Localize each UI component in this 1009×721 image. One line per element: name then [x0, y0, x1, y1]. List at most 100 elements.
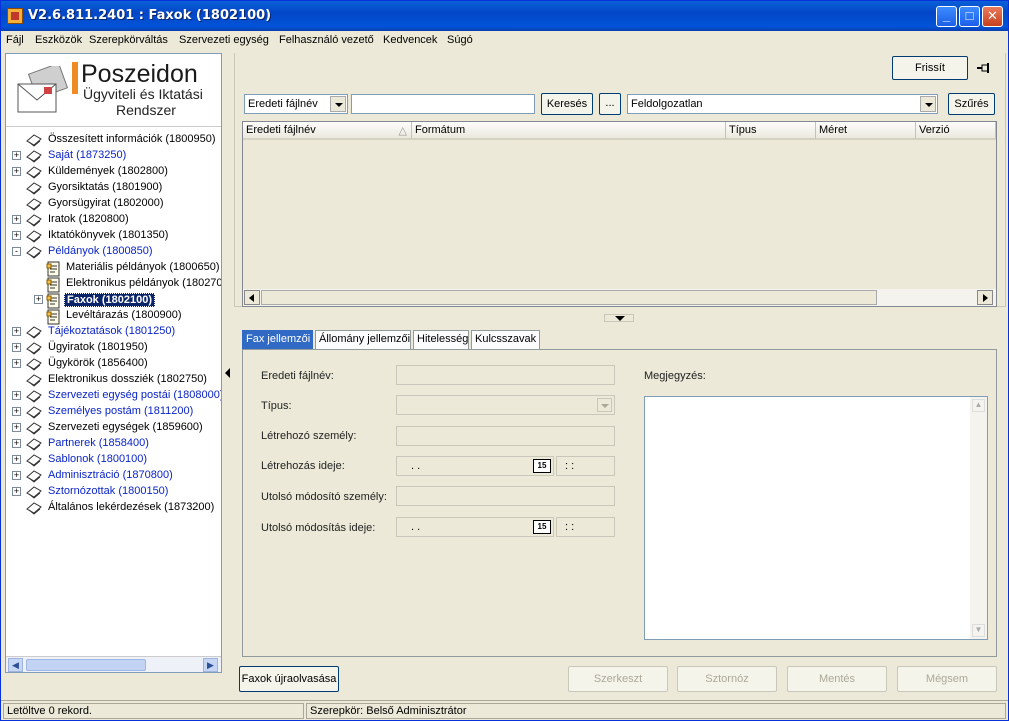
column-header-size[interactable]: Méret — [816, 122, 916, 140]
expand-icon[interactable]: + — [12, 439, 21, 448]
tree-item[interactable]: + Saját (1873250) — [6, 148, 221, 164]
created-date-field[interactable]: . . 15 — [396, 456, 554, 476]
pin-icon[interactable] — [976, 61, 992, 75]
chevron-down-icon[interactable] — [597, 398, 612, 412]
column-header-type[interactable]: Típus — [726, 122, 816, 140]
expand-icon[interactable]: + — [12, 455, 21, 464]
tab-file-properties[interactable]: Állomány jellemzői — [315, 330, 411, 349]
expand-icon[interactable]: + — [12, 423, 21, 432]
tree-item[interactable]: + Iktatókönyvek (1801350) — [6, 228, 221, 244]
column-header-version[interactable]: Verzió — [916, 122, 996, 140]
tree-item[interactable]: + Ügyiratok (1801950) — [6, 340, 221, 356]
expand-icon[interactable]: + — [34, 295, 43, 304]
modifier-field[interactable] — [396, 486, 615, 506]
chevron-down-icon[interactable] — [920, 96, 936, 112]
scroll-down-icon[interactable]: ▼ — [972, 624, 985, 637]
expand-icon[interactable]: + — [12, 407, 21, 416]
expand-icon[interactable]: + — [12, 343, 21, 352]
tab-keywords[interactable]: Kulcsszavak — [471, 330, 540, 349]
tree-item[interactable]: + Partnerek (1858400) — [6, 436, 221, 452]
grid-horizontal-scrollbar[interactable] — [243, 289, 996, 306]
tree-item[interactable]: Gyorsiktatás (1801900) — [6, 180, 221, 196]
scroll-left-icon[interactable] — [244, 290, 260, 305]
refresh-button[interactable]: Frissít — [892, 56, 968, 80]
tree-item[interactable]: + Sablonok (1800100) — [6, 452, 221, 468]
expand-icon[interactable]: + — [12, 231, 21, 240]
scroll-left-icon[interactable]: ◀ — [8, 658, 23, 672]
tab-authenticity[interactable]: Hitelesség — [413, 330, 469, 349]
created-time-field[interactable]: : : — [556, 456, 615, 476]
tree-item[interactable]: + Személyes postám (1811200) — [6, 404, 221, 420]
search-field-select[interactable]: Eredeti fájlnév — [244, 94, 348, 114]
original-filename-field[interactable] — [396, 365, 615, 385]
tree-item[interactable]: + Faxok (1802100) — [6, 292, 221, 309]
tree-item[interactable]: + Sztornózottak (1800150) — [6, 484, 221, 500]
menu-role-switch[interactable]: Szerepkörváltás — [89, 34, 168, 46]
modified-date-field[interactable]: . . 15 — [396, 517, 554, 537]
collapse-panel-icon[interactable] — [223, 361, 232, 385]
tree-item[interactable]: + Szervezeti egység postái (1808000) — [6, 388, 221, 404]
files-grid[interactable]: Eredeti fájlnév △ Formátum Típus Méret Ve… — [242, 121, 997, 307]
menu-favorites[interactable]: Kedvencek — [383, 34, 437, 46]
tree-item[interactable]: Materiális példányok (1800650) — [6, 260, 221, 277]
menu-help[interactable]: Súgó — [447, 34, 473, 46]
scroll-right-icon[interactable]: ▶ — [203, 658, 218, 672]
expand-icon[interactable]: + — [12, 327, 21, 336]
expand-icon[interactable]: + — [12, 391, 21, 400]
menu-org-unit[interactable]: Szervezeti egység — [179, 34, 269, 46]
maximize-button[interactable]: □ — [959, 6, 980, 27]
tree-item[interactable]: + Tájékoztatások (1801250) — [6, 324, 221, 340]
scroll-right-icon[interactable] — [977, 290, 993, 305]
scrollbar-thumb[interactable] — [26, 659, 146, 671]
tree-item[interactable]: + Küldemények (1802800) — [6, 164, 221, 180]
tree-item[interactable]: Általános lekérdezések (1873200) — [6, 500, 221, 516]
creator-field[interactable] — [396, 426, 615, 446]
note-textarea[interactable]: ▲ ▼ — [644, 396, 988, 640]
title-bar[interactable]: V2.6.811.2401 : Faxok (1802100) _ □ ✕ — [1, 1, 1008, 31]
expand-details-icon[interactable] — [604, 314, 634, 322]
tree-item[interactable]: Elektronikus dossziék (1802750) — [6, 372, 221, 388]
tree-horizontal-scrollbar[interactable]: ◀ ▶ — [6, 656, 221, 672]
tree-item[interactable]: + Adminisztráció (1870800) — [6, 468, 221, 484]
cancel-button[interactable]: Mégsem — [897, 666, 997, 692]
tree-item[interactable]: + Szervezeti egységek (1859600) — [6, 420, 221, 436]
tree-item[interactable]: Elektronikus példányok (180270 — [6, 276, 221, 293]
reread-faxes-button[interactable]: Faxok újraolvasása — [239, 666, 339, 692]
minimize-button[interactable]: _ — [936, 6, 957, 27]
menu-user-lead[interactable]: Felhasználó vezető — [279, 34, 374, 46]
expand-icon[interactable]: + — [12, 471, 21, 480]
scrollbar-thumb[interactable] — [261, 290, 877, 305]
menu-tools[interactable]: Eszközök — [35, 34, 82, 46]
note-vertical-scrollbar[interactable]: ▲ ▼ — [970, 397, 987, 639]
tree-item[interactable]: - Példányok (1800850) — [6, 244, 221, 260]
filter-button[interactable]: Szűrés — [948, 93, 995, 115]
menu-file[interactable]: Fájl — [6, 34, 24, 46]
column-header-format[interactable]: Formátum — [412, 122, 726, 140]
type-select[interactable] — [396, 395, 615, 415]
tree-item[interactable]: Levéltárazás (1800900) — [6, 308, 221, 325]
collapse-icon[interactable]: - — [12, 247, 21, 256]
chevron-down-icon[interactable] — [330, 96, 346, 112]
cancel-record-button[interactable]: Sztornóz — [677, 666, 777, 692]
scroll-up-icon[interactable]: ▲ — [972, 399, 985, 412]
edit-button[interactable]: Szerkeszt — [568, 666, 668, 692]
modified-time-field[interactable]: : : — [556, 517, 615, 537]
search-button[interactable]: Keresés — [541, 93, 593, 115]
expand-icon[interactable]: + — [12, 487, 21, 496]
search-input[interactable] — [351, 94, 535, 114]
calendar-icon[interactable]: 15 — [533, 520, 551, 534]
browse-button[interactable]: ... — [599, 93, 621, 115]
expand-icon[interactable]: + — [12, 359, 21, 368]
tab-fax-properties[interactable]: Fax jellemzői — [242, 330, 313, 349]
expand-icon[interactable]: + — [12, 167, 21, 176]
tree-item[interactable]: Összesített információk (1800950) — [6, 132, 221, 148]
expand-icon[interactable]: + — [12, 151, 21, 160]
tree-item[interactable]: Gyorsügyirat (1802000) — [6, 196, 221, 212]
calendar-icon[interactable]: 15 — [533, 459, 551, 473]
status-filter-select[interactable]: Feldolgozatlan — [627, 94, 938, 114]
close-button[interactable]: ✕ — [982, 6, 1003, 27]
tree-item[interactable]: + Ügykörök (1856400) — [6, 356, 221, 372]
save-button[interactable]: Mentés — [787, 666, 887, 692]
expand-icon[interactable]: + — [12, 215, 21, 224]
column-header-filename[interactable]: Eredeti fájlnév △ — [243, 122, 412, 140]
